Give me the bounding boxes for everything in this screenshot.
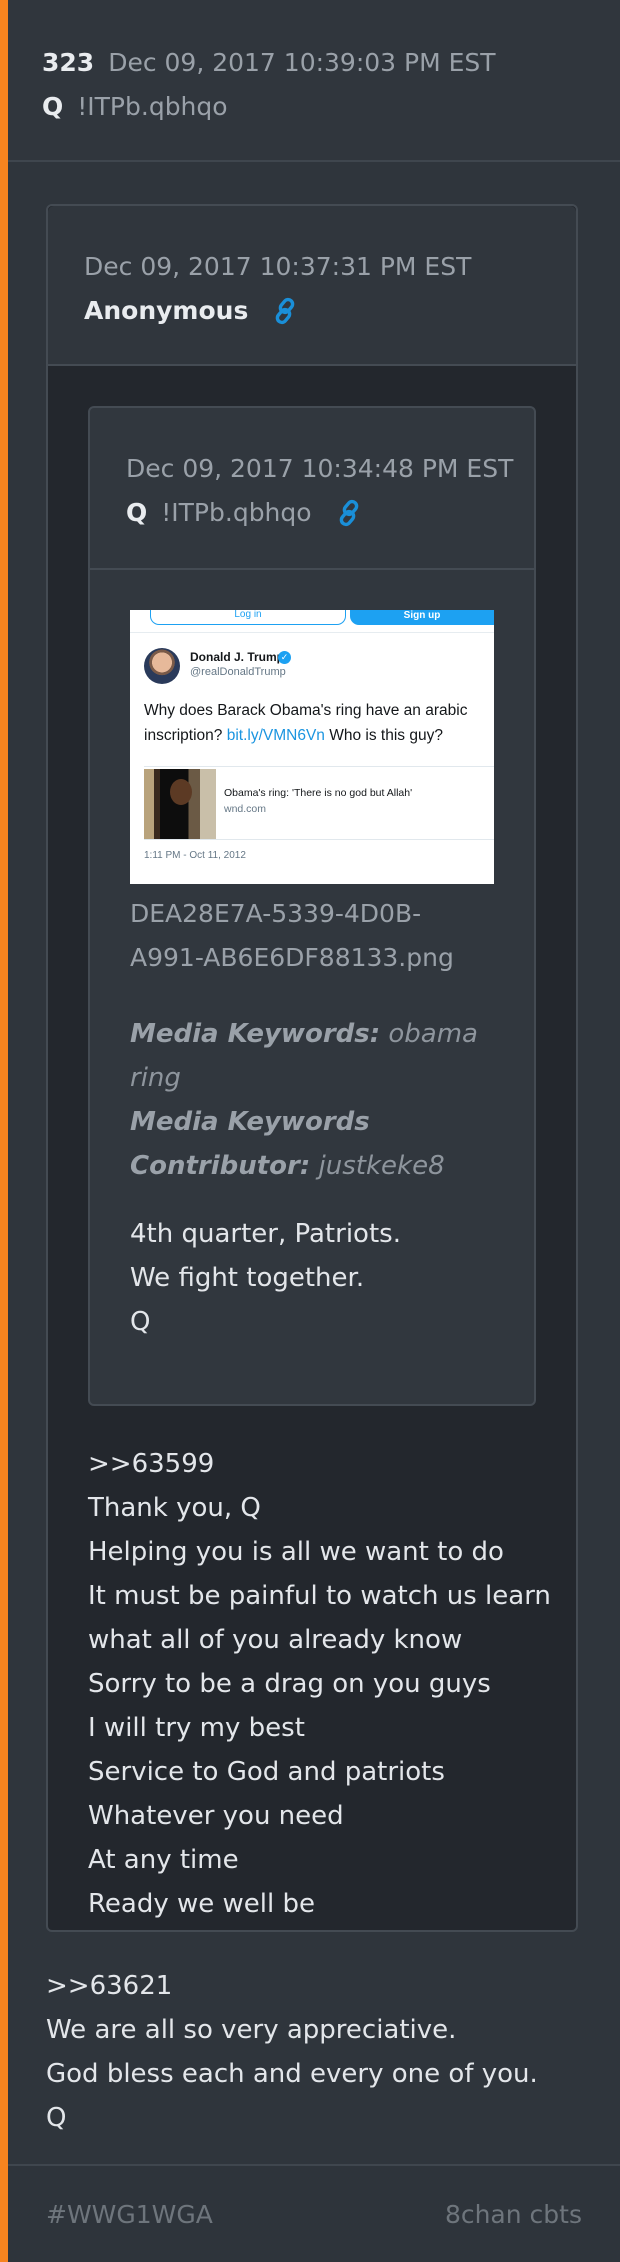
- nested-post-author: Q: [126, 498, 148, 527]
- quoted-post-header: Dec 09, 2017 10:37:31 PM EST Anonymous: [48, 206, 576, 366]
- post-tripcode: !ITPb.qbhqo: [77, 92, 228, 121]
- media-keywords-label: Media Keywords:: [130, 1019, 381, 1049]
- message-line: Q: [130, 1307, 151, 1337]
- post-meta: 323 Dec 09, 2017 10:39:03 PM EST: [42, 46, 620, 80]
- message-line: It must be painful to watch us learn: [88, 1581, 551, 1611]
- image-filename[interactable]: DEA28E7A-5339-4D0B-A991-AB6E6DF88133.png: [130, 892, 494, 980]
- nested-post-author-line: Q !ITPb.qbhqo: [126, 496, 534, 530]
- post-footer: #WWG1WGA 8chan cbts: [8, 2164, 620, 2262]
- tweet-login-button: Log in: [150, 610, 346, 625]
- quoted-post-timestamp: Dec 09, 2017 10:37:31 PM EST: [84, 252, 472, 281]
- media-keywords: Media Keywords: obama ring Media Keyword…: [130, 1012, 494, 1188]
- tweet-screenshot-image[interactable]: Log in Sign up Donald J. Trump ✓ @realDo…: [130, 610, 494, 884]
- tweet-timestamp: 1:11 PM - Oct 11, 2012: [144, 850, 246, 861]
- message-line: Whatever you need: [88, 1801, 344, 1831]
- link-card-title: Obama's ring: 'There is no god but Allah…: [224, 787, 413, 799]
- tweet-link: bit.ly/VMN6Vn: [226, 727, 325, 744]
- quoted-post-anonymous: Dec 09, 2017 10:37:31 PM EST Anonymous D…: [46, 204, 578, 1932]
- message-line: 4th quarter, Patriots.: [130, 1219, 401, 1249]
- tweet-divider: [130, 632, 494, 633]
- quoted-post-message: >>63599 Thank you, Q Helping you is all …: [88, 1442, 576, 1926]
- nested-post-message: 4th quarter, Patriots. We fight together…: [130, 1212, 534, 1344]
- link-card-thumbnail: [144, 769, 216, 839]
- quoted-post-q: Dec 09, 2017 10:34:48 PM EST Q !ITPb.qbh…: [88, 406, 536, 1406]
- media-contributor-value: justkeke8: [318, 1151, 445, 1181]
- link-icon[interactable]: [334, 498, 364, 528]
- hashtag-label: #WWG1WGA: [46, 2200, 213, 2229]
- media-keywords-row: Media Keywords: obama ring: [130, 1012, 494, 1100]
- message-line: Helping you is all we want to do: [88, 1537, 504, 1567]
- link-icon[interactable]: [270, 296, 300, 326]
- source-label: 8chan cbts: [444, 2200, 582, 2229]
- nested-post-tripcode: !ITPb.qbhqo: [161, 498, 312, 527]
- tweet-top-bar: Log in Sign up: [130, 610, 494, 626]
- message-line: God bless each and every one of you.: [46, 2059, 538, 2089]
- post-message: >>63621 We are all so very appreciative.…: [46, 1964, 620, 2140]
- message-line: Q: [46, 2103, 67, 2133]
- reply-reference-link[interactable]: >>63621: [46, 1964, 620, 2008]
- message-line: Ready we well be: [88, 1889, 315, 1919]
- message-line: At any time: [88, 1845, 239, 1875]
- link-card-domain: wnd.com: [224, 803, 267, 815]
- post-number[interactable]: 323: [42, 48, 94, 77]
- media-contributor-row: Media Keywords Contributor: justkeke8: [130, 1100, 494, 1188]
- post-timestamp: Dec 09, 2017 10:39:03 PM EST: [108, 48, 496, 77]
- nested-post-header: Dec 09, 2017 10:34:48 PM EST Q !ITPb.qbh…: [90, 408, 534, 570]
- reply-reference-link[interactable]: >>63599: [88, 1442, 576, 1486]
- message-line: Service to God and patriots: [88, 1757, 445, 1787]
- tweet-author-name: Donald J. Trump: [190, 650, 285, 664]
- post-author-line: Q !ITPb.qbhqo: [42, 90, 620, 124]
- post-container: 323 Dec 09, 2017 10:39:03 PM EST Q !ITPb.q…: [0, 0, 620, 2262]
- nested-post-body: Log in Sign up Donald J. Trump ✓ @realDo…: [90, 570, 534, 1344]
- verified-badge-icon: ✓: [278, 651, 291, 664]
- tweet-signup-button: Sign up: [350, 610, 494, 625]
- quoted-post-author: Anonymous: [84, 296, 249, 325]
- post-header: 323 Dec 09, 2017 10:39:03 PM EST Q !ITPb.q…: [8, 0, 620, 162]
- post-body: Dec 09, 2017 10:37:31 PM EST Anonymous D…: [8, 162, 620, 2140]
- tweet-author-handle: @realDonaldTrump: [190, 666, 286, 678]
- message-line: what all of you already know: [88, 1625, 463, 1655]
- post-author: Q: [42, 92, 64, 121]
- link-card-thumbnail-face: [170, 779, 192, 805]
- tweet-text: Why does Barack Obama's ring have an ara…: [144, 698, 484, 748]
- tweet-avatar: [144, 648, 180, 684]
- message-line: We fight together.: [130, 1263, 365, 1293]
- tweet-link-card: Obama's ring: 'There is no god but Allah…: [144, 766, 494, 840]
- quoted-post-author-line: Anonymous: [84, 294, 576, 328]
- quoted-post-body: Dec 09, 2017 10:34:48 PM EST Q !ITPb.qbh…: [48, 366, 576, 1926]
- message-line: Sorry to be a drag on you guys: [88, 1669, 491, 1699]
- message-line: We are all so very appreciative.: [46, 2015, 457, 2045]
- message-line: Thank you, Q: [88, 1493, 261, 1523]
- nested-post-timestamp: Dec 09, 2017 10:34:48 PM EST: [126, 454, 514, 483]
- tweet-text-part: Who is this guy?: [324, 727, 443, 744]
- message-line: I will try my best: [88, 1713, 305, 1743]
